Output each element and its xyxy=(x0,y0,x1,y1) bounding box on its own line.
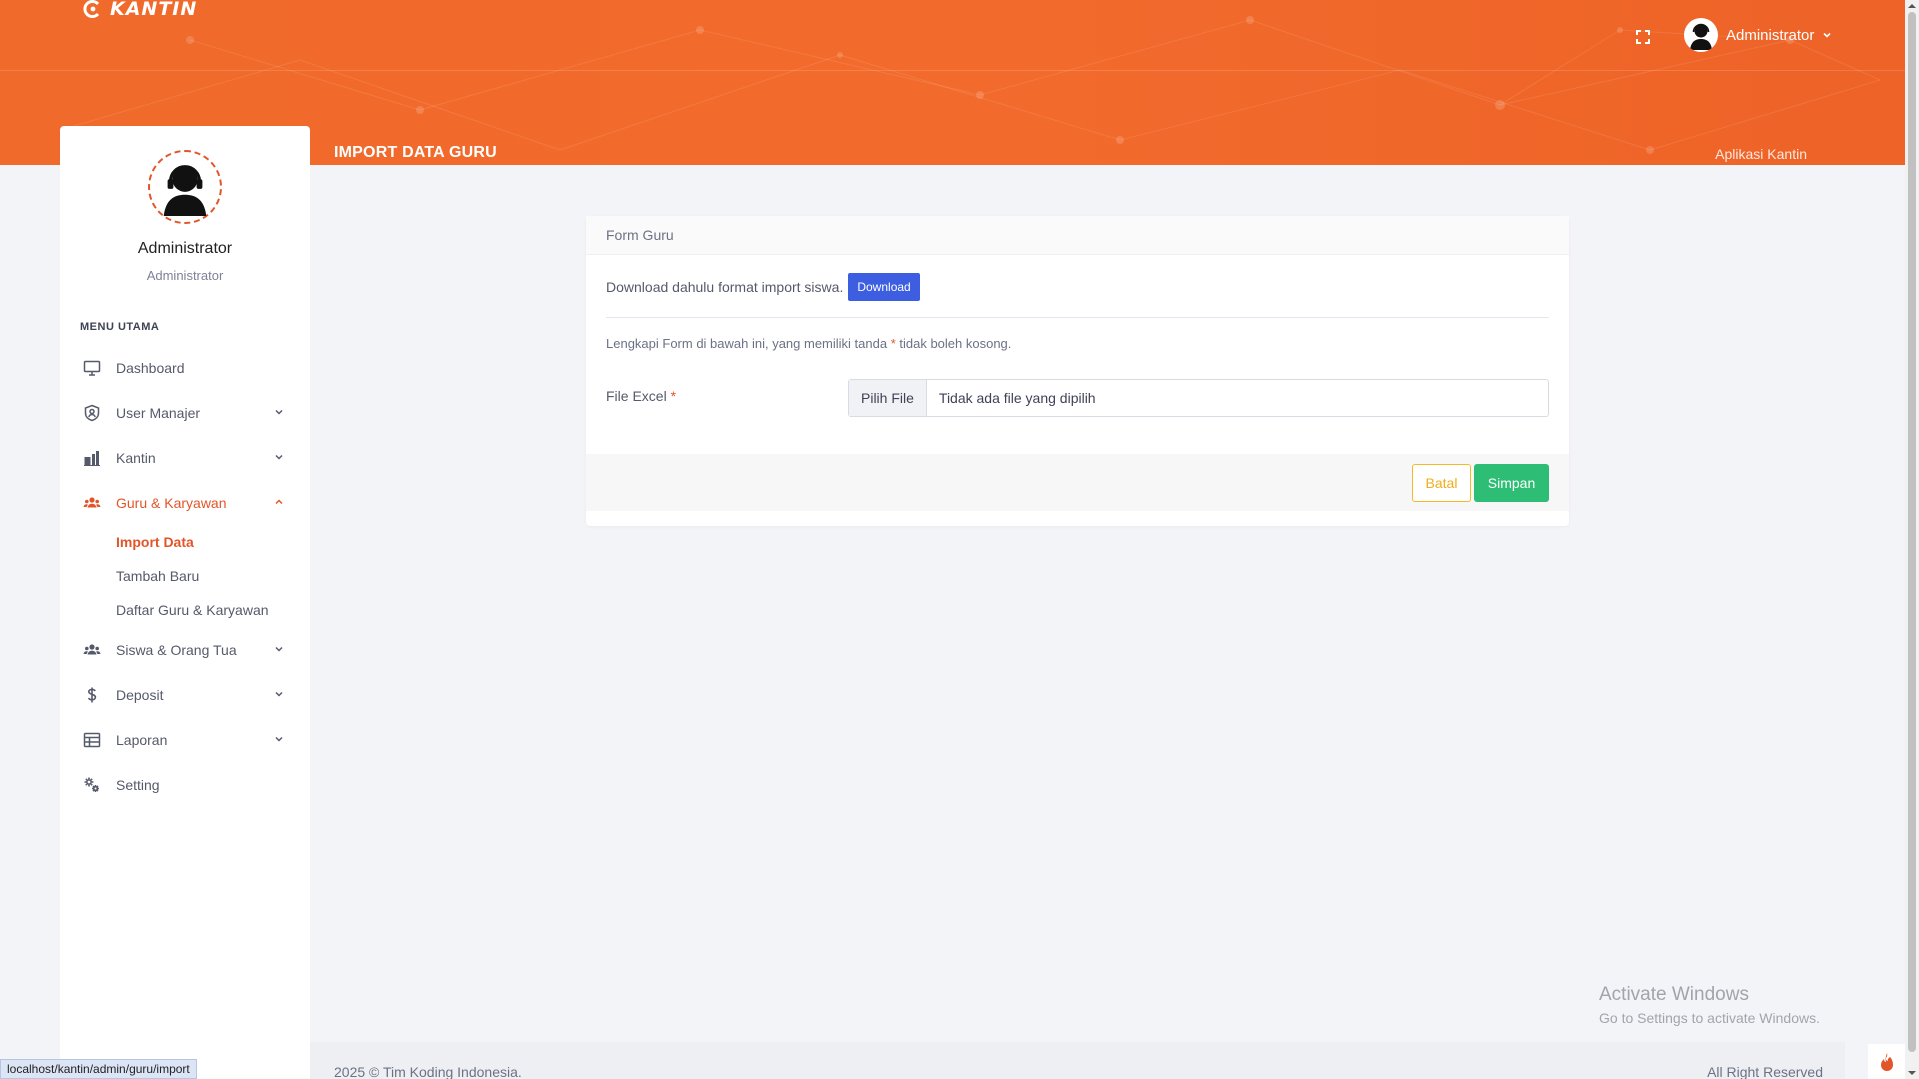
choose-file-button[interactable]: Pilih File xyxy=(849,380,927,416)
sidebar-item-setting[interactable]: Setting xyxy=(60,762,310,807)
windows-activation-watermark: Activate Windows Go to Settings to activ… xyxy=(1599,984,1820,1026)
expand-icon xyxy=(1636,30,1650,44)
chevron-down-icon xyxy=(275,409,283,415)
download-instruction: Download dahulu format import siswa. xyxy=(606,279,844,295)
card-title: Form Guru xyxy=(586,216,1569,255)
sidebar-item-label: User Manajer xyxy=(116,404,201,421)
fire-button[interactable] xyxy=(1868,1044,1905,1079)
chevron-down-icon xyxy=(275,646,283,652)
status-bar-url: localhost/kantin/admin/guru/import xyxy=(0,1059,197,1079)
users-icon xyxy=(82,493,102,513)
submenu-item-tambah-baru[interactable]: Tambah Baru xyxy=(60,559,310,593)
form-card: Form Guru Download dahulu format import … xyxy=(586,216,1569,526)
scroll-down-arrow-icon[interactable] xyxy=(1908,1069,1916,1077)
sidebar-item-siswa-orang-tua[interactable]: Siswa & Orang Tua xyxy=(60,627,310,672)
download-button[interactable]: Download xyxy=(848,273,920,301)
form-actions: Batal Simpan xyxy=(586,454,1569,511)
sidebar-item-dashboard[interactable]: Dashboard xyxy=(60,345,310,390)
monitor-icon xyxy=(82,358,102,378)
sidebar-item-user-manajer[interactable]: User Manajer xyxy=(60,390,310,435)
form-hint: Lengkapi Form di bawah ini, yang memilik… xyxy=(606,336,1011,351)
file-status-text: Tidak ada file yang dipilih xyxy=(938,390,1096,406)
file-excel-input[interactable]: Pilih File Tidak ada file yang dipilih xyxy=(848,379,1549,417)
app-name: Aplikasi Kantin xyxy=(1715,146,1807,162)
header-divider xyxy=(0,70,1905,71)
page-title: IMPORT DATA GURU xyxy=(334,144,497,161)
field-label-text: File Excel xyxy=(606,388,667,404)
profile-name: Administrator xyxy=(137,240,233,257)
sidebar-item-label: Guru & Karyawan xyxy=(116,494,227,511)
footer-rights: All Right Reserved xyxy=(1707,1064,1823,1079)
users-icon xyxy=(82,640,102,660)
submenu-container: Import Data Tambah Baru Daftar Guru & Ka… xyxy=(60,525,310,627)
shield-user-icon xyxy=(82,403,102,423)
sidebar-profile: Administrator Administrator xyxy=(60,126,310,283)
divider xyxy=(606,317,1549,318)
sidebar-menu: Dashboard User Manajer Kantin Guru & Kar… xyxy=(60,345,310,807)
brand-name: KANTIN xyxy=(110,0,198,20)
sidebar-item-guru-karyawan[interactable]: Guru & Karyawan xyxy=(60,480,310,525)
hint-text: Lengkapi Form di bawah ini, yang memilik… xyxy=(606,336,891,351)
file-excel-label: File Excel * xyxy=(606,388,676,404)
sidebar: Administrator Administrator MENU UTAMA D… xyxy=(60,126,310,1079)
sidebar-item-label: Dashboard xyxy=(116,359,185,376)
sidebar-item-kantin[interactable]: Kantin xyxy=(60,435,310,480)
page-footer: 2025 © Tim Koding Indonesia. All Right R… xyxy=(310,1042,1845,1079)
sidebar-item-label: Laporan xyxy=(116,731,168,748)
table-icon xyxy=(82,730,102,750)
avatar xyxy=(1684,18,1718,52)
watermark-subtitle: Go to Settings to activate Windows. xyxy=(1599,1010,1820,1026)
gears-icon xyxy=(82,775,102,795)
vertical-scrollbar[interactable] xyxy=(1905,0,1919,1079)
footer-copyright: 2025 © Tim Koding Indonesia. xyxy=(334,1064,522,1079)
profile-role: Administrator xyxy=(146,268,224,283)
chevron-down-icon xyxy=(275,691,283,697)
hint-text: tidak boleh kosong. xyxy=(895,336,1012,351)
scroll-thumb[interactable] xyxy=(1908,12,1916,1052)
chevron-down-icon xyxy=(275,454,283,460)
chevron-down-icon xyxy=(275,736,283,742)
flame-icon xyxy=(1880,1052,1893,1071)
menu-heading: MENU UTAMA xyxy=(80,321,160,333)
kantin-logo-icon xyxy=(83,0,100,18)
sidebar-item-deposit[interactable]: Deposit xyxy=(60,672,310,717)
brand-logo[interactable]: KANTIN xyxy=(82,0,197,20)
save-button[interactable]: Simpan xyxy=(1474,464,1549,502)
watermark-title: Activate Windows xyxy=(1599,984,1749,1005)
support-agent-icon xyxy=(163,165,207,216)
required-mark: * xyxy=(670,388,677,404)
submenu-guru-karyawan: Import Data Tambah Baru Daftar Guru & Ka… xyxy=(60,525,310,627)
sidebar-item-label: Kantin xyxy=(116,449,156,466)
submenu-item-daftar-guru-karyawan[interactable]: Daftar Guru & Karyawan xyxy=(60,593,310,627)
user-menu-dropdown[interactable]: Administrator xyxy=(1684,18,1832,52)
download-row: Download dahulu format import siswa. Dow… xyxy=(606,273,920,301)
scroll-up-arrow-icon[interactable] xyxy=(1908,2,1916,10)
sidebar-item-laporan[interactable]: Laporan xyxy=(60,717,310,762)
sidebar-item-label: Siswa & Orang Tua xyxy=(116,641,237,658)
user-name: Administrator xyxy=(1726,26,1815,44)
sidebar-item-label: Setting xyxy=(116,776,160,793)
profile-avatar xyxy=(148,150,222,224)
sidebar-item-label: Deposit xyxy=(116,686,164,703)
chevron-down-icon xyxy=(1823,32,1831,38)
submenu-item-import-data[interactable]: Import Data xyxy=(60,525,310,559)
fullscreen-button[interactable] xyxy=(1630,24,1656,50)
chevron-up-icon xyxy=(275,499,283,505)
support-agent-icon xyxy=(1690,23,1712,50)
store-icon xyxy=(82,448,102,468)
cancel-button[interactable]: Batal xyxy=(1412,464,1471,502)
dollar-icon xyxy=(82,685,102,705)
